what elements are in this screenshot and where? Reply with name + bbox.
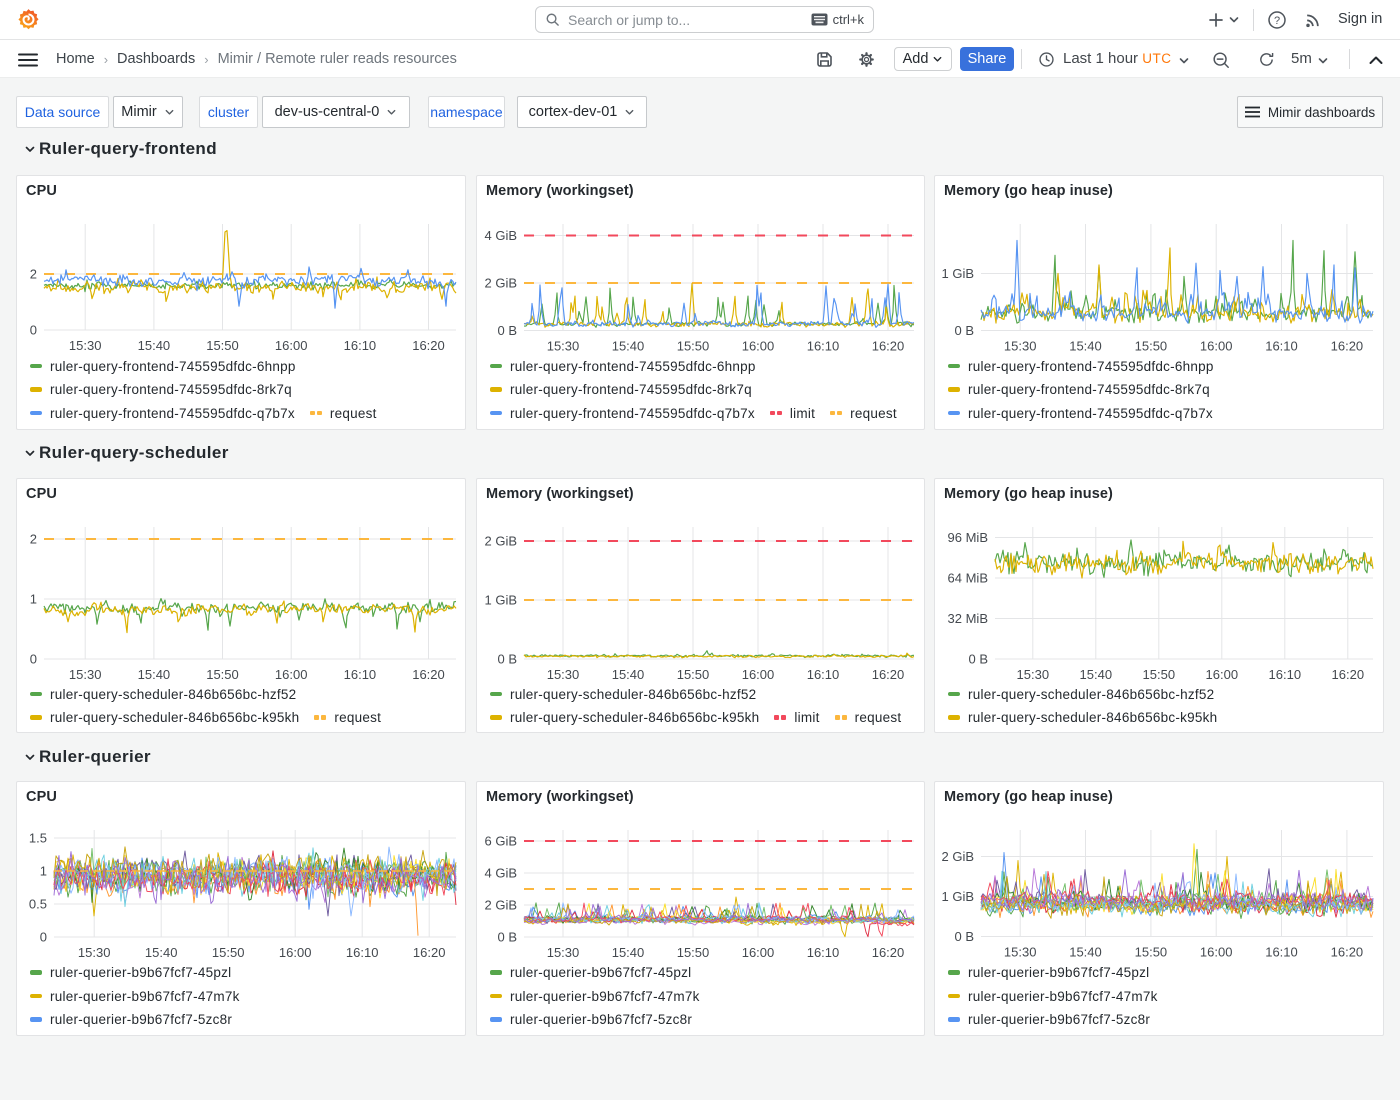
svg-text:?: ? bbox=[1274, 15, 1280, 27]
